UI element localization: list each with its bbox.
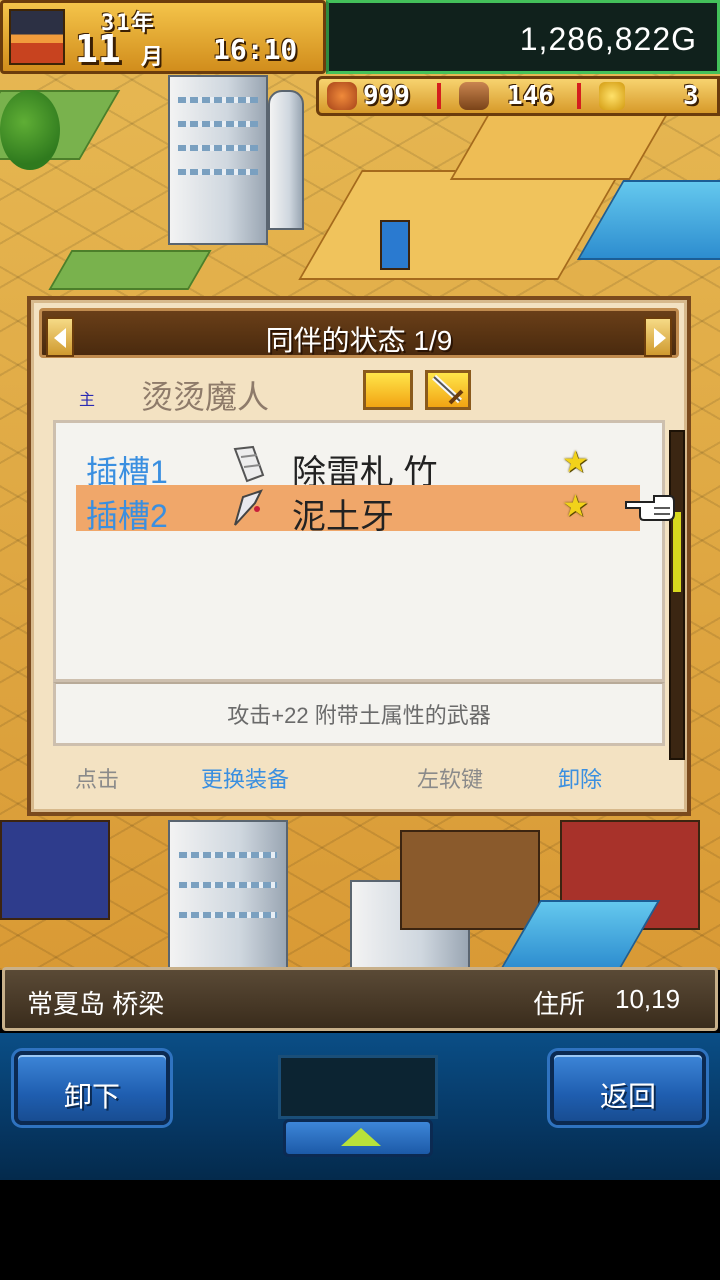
- next-companion-button[interactable]: [644, 317, 672, 357]
- main-character-mark: 主: [79, 392, 96, 409]
- wood-icon: [459, 82, 489, 110]
- medal-icon: [599, 82, 625, 110]
- month-unit: 月: [141, 45, 164, 70]
- slot-label: 插槽2: [86, 498, 168, 534]
- sword-icon: [431, 374, 464, 405]
- sunset-icon: [9, 9, 65, 65]
- star-icon: ★: [562, 489, 589, 524]
- hint-left-softkey: 左软键: [417, 767, 484, 792]
- slot-row-selected[interactable]: 插槽2 泥土牙 ★: [76, 485, 640, 536]
- screen-bottom-area: [0, 1180, 720, 1280]
- character-color-swatch: [363, 370, 413, 410]
- dialog-title: 同伴的状态 1/9: [265, 325, 453, 356]
- center-display-slot: [278, 1055, 438, 1119]
- shop-building: [0, 820, 110, 920]
- date-time-panel: 31年 11 月 16:10: [0, 0, 326, 74]
- food-icon: [327, 82, 357, 110]
- arrow-up-icon: [341, 1128, 381, 1146]
- pointing-hand-cursor-icon: [625, 495, 675, 521]
- game-screen: 31年 11 月 16:10 1,286,822G 999 146 3 同伴的状…: [0, 0, 720, 1280]
- office-building: [168, 75, 268, 245]
- slot-row[interactable]: 插槽1 除雷札 竹 ★: [76, 441, 640, 492]
- control-panel: 卸下 返回: [0, 1033, 720, 1180]
- currency-unit: G: [671, 21, 697, 57]
- villager-sprite[interactable]: [380, 220, 410, 270]
- back-button[interactable]: 返回: [550, 1051, 706, 1125]
- item-description-panel: 攻击+22 附带土属性的武器: [53, 682, 665, 746]
- bamboo-charm-icon: [231, 445, 267, 483]
- money-value: 1,286,822G: [519, 21, 697, 57]
- item-description: 攻击+22 附带土属性的武器: [227, 703, 491, 728]
- location-status-bar: 常夏岛 桥梁 住所 10,19: [2, 967, 718, 1031]
- arrow-right-icon: [654, 328, 666, 348]
- field-tile: [298, 170, 622, 280]
- office-building: [168, 820, 288, 970]
- month-value: 11: [75, 27, 121, 71]
- list-scrollbar[interactable]: [669, 430, 685, 760]
- lighthouse: [268, 90, 304, 230]
- grass-tile: [48, 250, 212, 290]
- scroll-up-button[interactable]: [283, 1119, 433, 1157]
- field-tile: [449, 110, 671, 180]
- change-equipment-action[interactable]: 更换装备: [201, 762, 289, 794]
- dialog-title-bar: 同伴的状态 1/9: [39, 308, 679, 358]
- star-icon: ★: [562, 445, 589, 480]
- weapon-type-box: [425, 370, 471, 410]
- unequip-action[interactable]: 卸除: [558, 762, 602, 794]
- companion-status-dialog: 同伴的状态 1/9 主 烫烫魔人 插槽1 除雷札 竹 ★ 插槽2 泥土牙 ★ 攻…: [27, 296, 691, 816]
- unequip-button-label: 卸下: [63, 1081, 120, 1112]
- food-count: 999: [363, 81, 410, 111]
- wood-gauge: [577, 83, 581, 109]
- back-button-label: 返回: [599, 1081, 656, 1112]
- slot-item-name: 泥土牙: [292, 498, 394, 536]
- food-gauge: [437, 83, 441, 109]
- medal-count: 3: [683, 81, 699, 111]
- hint-tap: 点击: [75, 767, 120, 792]
- unequip-button[interactable]: 卸下: [14, 1051, 170, 1125]
- address-label: 住所: [533, 989, 586, 1019]
- address-coordinates: 10,19: [615, 984, 681, 1014]
- location-name: 常夏岛 桥梁: [27, 989, 165, 1019]
- money-panel: 1,286,822G: [326, 0, 720, 74]
- resource-bar: 999 146 3: [316, 76, 720, 116]
- clock-time: 16:10: [213, 33, 298, 66]
- earth-fang-icon: [231, 489, 267, 527]
- equipment-slot-list: 插槽1 除雷札 竹 ★ 插槽2 泥土牙 ★: [53, 420, 665, 682]
- shop-building: [400, 830, 540, 930]
- palm-tree: [0, 90, 60, 170]
- wood-count: 146: [507, 81, 554, 111]
- character-name: 烫烫魔人: [141, 379, 270, 415]
- scroll-thumb[interactable]: [673, 512, 681, 592]
